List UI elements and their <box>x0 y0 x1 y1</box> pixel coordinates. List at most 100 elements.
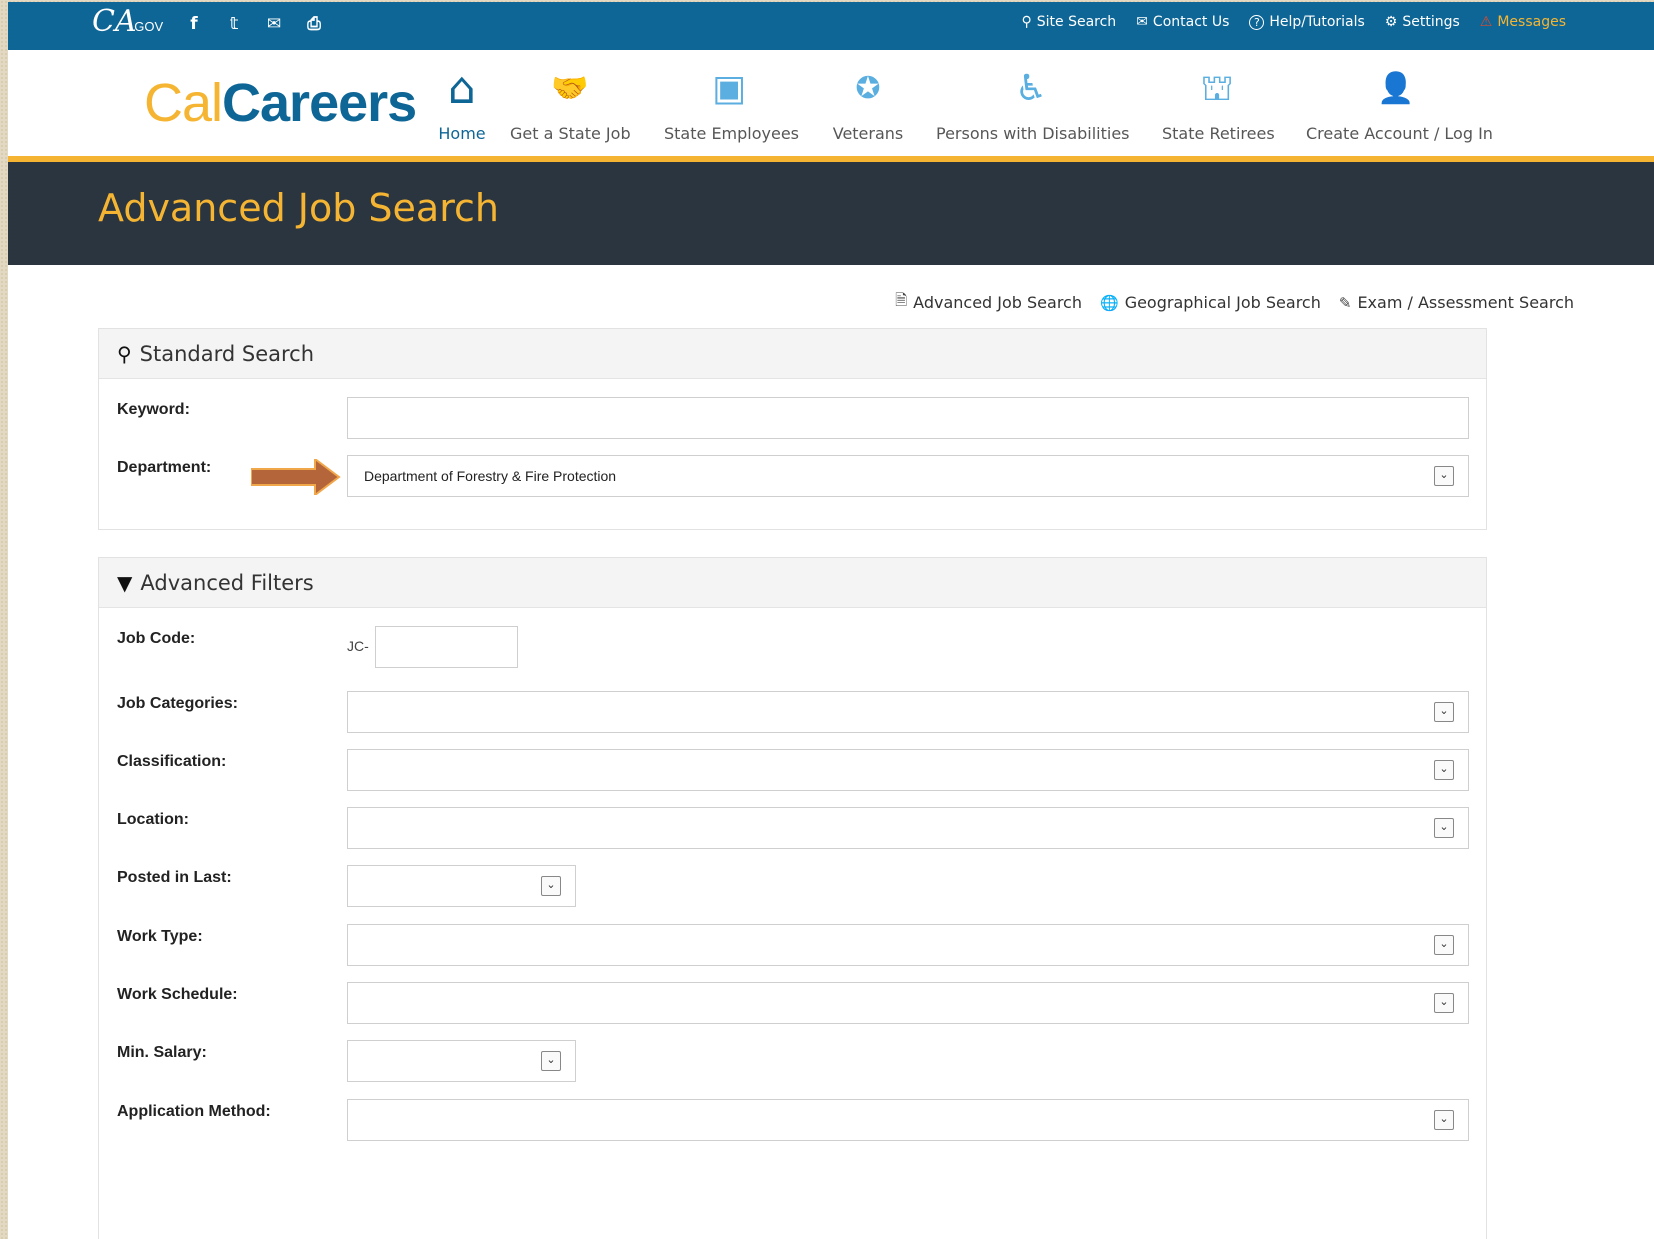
nav-home-label: Home <box>438 124 486 143</box>
application-method-row: Application Method: ⌄ <box>99 1099 1486 1141</box>
nav-state-employees[interactable]: ▣ State Employees <box>664 66 799 143</box>
nav-state-retirees[interactable]: ⛫ State Retirees <box>1162 66 1275 143</box>
geographical-job-search-link[interactable]: 🌐 Geographical Job Search <box>1100 290 1321 315</box>
nav-veterans-label: Veterans <box>832 124 904 143</box>
wheelchair-icon: ♿ <box>1014 68 1048 109</box>
utility-bar: CA.GOV f 𝕥 ✉ ⎙ ⚲ Site Search ✉ Contact U… <box>8 2 1654 50</box>
contact-us-link[interactable]: ✉ Contact Us <box>1136 14 1229 30</box>
site-header: CalCareers ⌂ Home 🤝 Get a State Job ▣ St… <box>8 50 1654 156</box>
globe-icon: 🌐 <box>1100 293 1119 312</box>
nav-create-account[interactable]: 👤 Create Account / Log In <box>1306 66 1493 143</box>
handshake-icon: 🤝 <box>551 71 589 106</box>
chevron-down-icon: ⌄ <box>541 1051 561 1071</box>
capitol-icon: ⛫ <box>1200 68 1234 109</box>
email-icon[interactable]: ✉ <box>254 14 294 34</box>
location-label: Location: <box>117 811 189 828</box>
contact-us-label: Contact Us <box>1152 14 1230 30</box>
job-code-input[interactable] <box>375 626 518 668</box>
location-row: Location: ⌄ <box>99 807 1486 849</box>
posted-in-last-row: Posted in Last: ⌄ <box>99 865 1486 907</box>
standard-search-title: Standard Search <box>139 341 315 366</box>
department-select[interactable]: Department of Forestry & Fire Protection… <box>347 455 1469 497</box>
search-icon: ⚲ <box>117 341 132 366</box>
print-icon[interactable]: ⎙ <box>294 14 334 34</box>
envelope-icon: ✉ <box>1136 14 1148 30</box>
application-method-select[interactable]: ⌄ <box>347 1099 1469 1141</box>
help-tutorials-link[interactable]: ? Help/Tutorials <box>1249 14 1365 30</box>
site-search-label: Site Search <box>1036 14 1117 30</box>
standard-search-header: ⚲ Standard Search <box>99 329 1486 379</box>
department-row: Department: Department of Forestry & Fir… <box>99 455 1486 497</box>
chevron-down-icon: ⌄ <box>1434 818 1454 838</box>
department-label: Department: <box>117 459 212 476</box>
nav-persons-with-disabilities[interactable]: ♿ Persons with Disabilities <box>936 66 1130 143</box>
job-categories-label: Job Categories: <box>117 695 238 712</box>
filter-icon: ▼ <box>117 570 133 595</box>
nav-veterans[interactable]: ✪ Veterans <box>830 66 906 143</box>
facebook-icon[interactable]: f <box>174 14 214 34</box>
work-schedule-select[interactable]: ⌄ <box>347 982 1469 1024</box>
work-type-row: Work Type: ⌄ <box>99 924 1486 966</box>
badge-icon: ▣ <box>711 68 746 109</box>
advanced-job-search-link[interactable]: 🗎 Advanced Job Search <box>895 290 1082 315</box>
page-title: Advanced Job Search <box>98 186 499 230</box>
geographical-job-search-label: Geographical Job Search <box>1124 293 1321 312</box>
exam-assessment-search-label: Exam / Assessment Search <box>1357 293 1574 312</box>
chevron-down-icon: ⌄ <box>1434 760 1454 780</box>
chevron-down-icon: ⌄ <box>1434 993 1454 1013</box>
warning-icon: ⚠ <box>1479 14 1493 30</box>
chevron-down-icon: ⌄ <box>1434 1110 1454 1130</box>
nav-create-account-label: Create Account / Log In <box>1306 124 1493 143</box>
twitter-icon[interactable]: 𝕥 <box>214 14 254 34</box>
advanced-filters-panel: ▼ Advanced Filters Job Code: JC- Job Cat… <box>98 557 1487 1239</box>
nav-state-retirees-label: State Retirees <box>1162 124 1275 143</box>
browser-page: CA.GOV f 𝕥 ✉ ⎙ ⚲ Site Search ✉ Contact U… <box>8 2 1654 1239</box>
home-icon: ⌂ <box>448 63 476 114</box>
ca-gov-logo[interactable]: CA.GOV <box>92 4 169 39</box>
advanced-filters-title: Advanced Filters <box>140 570 314 595</box>
location-select[interactable]: ⌄ <box>347 807 1469 849</box>
work-type-select[interactable]: ⌄ <box>347 924 1469 966</box>
classification-label: Classification: <box>117 753 227 770</box>
advanced-filters-header: ▼ Advanced Filters <box>99 558 1486 608</box>
min-salary-row: Min. Salary: ⌄ <box>99 1040 1486 1082</box>
chevron-down-icon: ⌄ <box>1434 935 1454 955</box>
settings-link[interactable]: ⚙ Settings <box>1385 14 1460 30</box>
messages-label: Messages <box>1497 14 1566 30</box>
main-nav: ⌂ Home 🤝 Get a State Job ▣ State Employe… <box>8 66 1654 156</box>
classification-row: Classification: ⌄ <box>99 749 1486 791</box>
min-salary-select[interactable]: ⌄ <box>347 1040 576 1082</box>
nav-persons-with-disabilities-label: Persons with Disabilities <box>936 124 1130 143</box>
keyword-input[interactable] <box>347 397 1469 439</box>
title-band: Advanced Job Search <box>8 162 1654 265</box>
pencil-icon: ✎ <box>1338 293 1352 312</box>
application-method-label: Application Method: <box>117 1103 271 1120</box>
job-code-label: Job Code: <box>117 630 196 647</box>
site-search-link[interactable]: ⚲ Site Search <box>1021 14 1116 30</box>
chevron-down-icon: ⌄ <box>541 876 561 896</box>
classification-select[interactable]: ⌄ <box>347 749 1469 791</box>
help-icon: ? <box>1249 14 1265 30</box>
job-categories-select[interactable]: ⌄ <box>347 691 1469 733</box>
gear-icon: ⚙ <box>1384 14 1398 30</box>
job-categories-row: Job Categories: ⌄ <box>99 691 1486 733</box>
advanced-job-search-label: Advanced Job Search <box>913 293 1082 312</box>
standard-search-panel: ⚲ Standard Search Keyword: Department: D… <box>98 328 1487 530</box>
star-icon: ✪ <box>855 71 881 106</box>
posted-in-last-select[interactable]: ⌄ <box>347 865 576 907</box>
work-schedule-label: Work Schedule: <box>117 986 238 1003</box>
help-tutorials-label: Help/Tutorials <box>1269 14 1365 30</box>
nav-get-a-state-job-label: Get a State Job <box>510 124 631 143</box>
job-code-row: Job Code: JC- <box>99 626 1486 668</box>
posted-in-last-label: Posted in Last: <box>117 869 232 886</box>
messages-link[interactable]: ⚠ Messages <box>1480 14 1566 30</box>
keyword-label: Keyword: <box>117 401 190 418</box>
user-icon: 👤 <box>1377 71 1415 106</box>
search-icon: ⚲ <box>1021 14 1032 30</box>
work-schedule-row: Work Schedule: ⌄ <box>99 982 1486 1024</box>
exam-assessment-search-link[interactable]: ✎ Exam / Assessment Search <box>1339 290 1574 315</box>
document-icon: 🗎 <box>895 291 908 309</box>
chevron-down-icon: ⌄ <box>1434 702 1454 722</box>
nav-get-a-state-job[interactable]: 🤝 Get a State Job <box>510 66 631 143</box>
nav-home[interactable]: ⌂ Home <box>422 63 502 144</box>
